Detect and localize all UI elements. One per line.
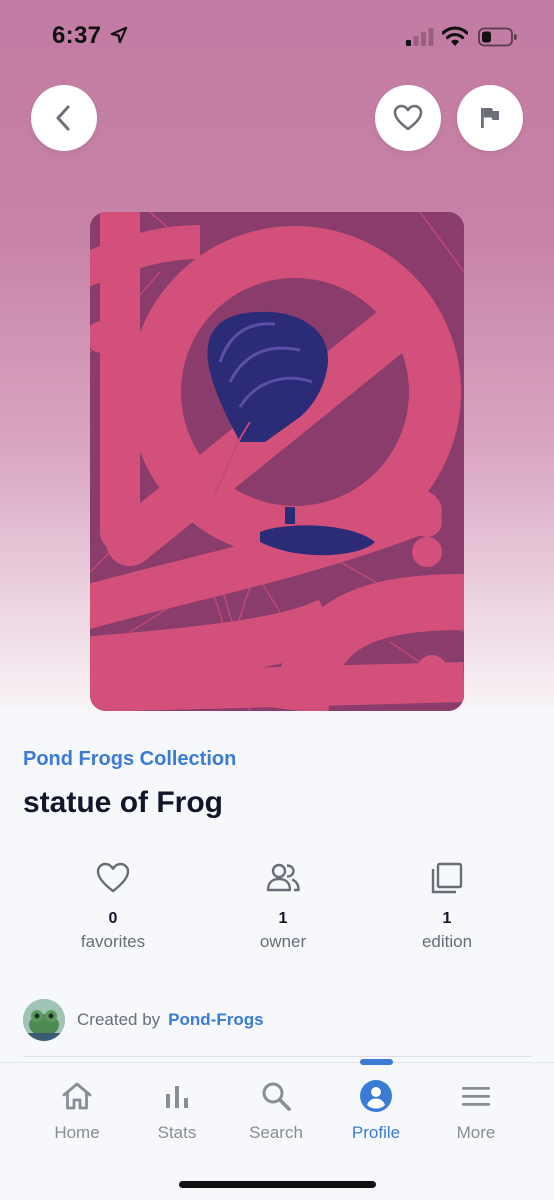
stat-favorites: 0 favorites (33, 860, 193, 952)
owner-label: owner (259, 932, 307, 951)
home-indicator (179, 1181, 376, 1188)
back-icon (56, 105, 70, 131)
tab-home-label: Home (54, 1123, 100, 1142)
tab-more[interactable]: More (426, 1079, 526, 1143)
favorites-label: favorites (80, 932, 146, 951)
divider (23, 1056, 531, 1057)
tab-stats[interactable]: Stats (127, 1079, 227, 1143)
heart-icon (393, 104, 423, 131)
tab-stats-label: Stats (157, 1123, 197, 1142)
battery-icon (478, 27, 517, 47)
edition-label: edition (421, 932, 473, 951)
nft-artwork[interactable] (90, 212, 464, 711)
owner-count: 1 (278, 910, 288, 927)
tab-home[interactable]: Home (27, 1079, 127, 1143)
bar-chart-icon (166, 1086, 188, 1108)
active-tab-indicator (360, 1059, 393, 1065)
collection-link[interactable]: Pond Frogs Collection (23, 748, 236, 771)
stat-edition: 1 edition (367, 860, 527, 952)
nft-title: statue of Frog (23, 786, 223, 819)
wifi-icon (442, 26, 468, 46)
tab-more-label: More (456, 1123, 496, 1142)
edition-count: 1 (442, 910, 452, 927)
signal-icon (406, 28, 434, 46)
bottom-tab-bar: Home Stats Search Profile More (0, 1059, 554, 1200)
creator-row[interactable]: Created by Pond-Frogs (23, 998, 264, 1042)
back-button[interactable] (31, 85, 97, 151)
users-icon (266, 863, 300, 892)
heart-outline-icon (96, 862, 130, 893)
favorite-button[interactable] (375, 85, 441, 151)
creator-link[interactable]: Pond-Frogs (168, 1010, 263, 1030)
home-icon (62, 1082, 92, 1110)
frog-avatar-icon (23, 999, 65, 1041)
location-arrow-icon (110, 26, 128, 44)
search-icon (262, 1082, 291, 1111)
tab-profile-label: Profile (351, 1123, 401, 1142)
created-by-label: Created by (77, 1010, 161, 1029)
report-flag-button[interactable] (457, 85, 523, 151)
flag-icon (481, 108, 499, 128)
profile-icon (360, 1080, 392, 1112)
artwork-image (90, 212, 464, 711)
status-bar: 6:37 (0, 0, 554, 72)
favorites-count: 0 (108, 910, 118, 927)
stat-owner[interactable]: 1 owner (203, 860, 363, 952)
tab-search-label: Search (249, 1123, 303, 1142)
copies-icon (431, 862, 463, 894)
status-time: 6:37 (52, 22, 102, 49)
menu-icon (462, 1087, 490, 1106)
tab-search[interactable]: Search (226, 1079, 326, 1143)
creator-avatar[interactable] (23, 999, 65, 1041)
tab-profile[interactable]: Profile (326, 1079, 426, 1143)
